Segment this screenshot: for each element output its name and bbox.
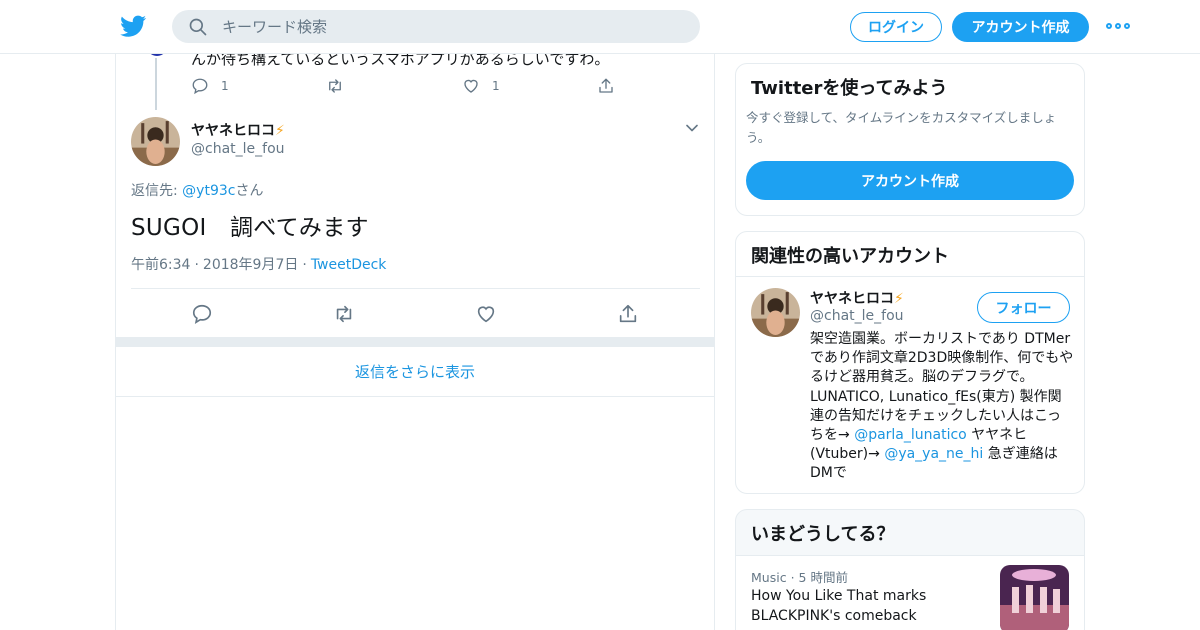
bio-link[interactable]: @parla_lunatico [854,427,967,443]
related-account-bio: 架空造園業。ボーカリストであり DTMerであり作詞文章2D3D映像制作、何でも… [810,330,1075,484]
reply-button[interactable] [191,303,215,327]
previous-reply-action[interactable]: 1 [191,77,229,95]
more-icon[interactable] [1106,18,1130,34]
trend-category: Music [751,570,787,585]
meta-dot: · [790,570,795,585]
chevron-down-icon[interactable] [684,120,700,136]
reply-context: 返信先: @yt93cさん [131,180,263,200]
tweet-time[interactable]: 午前6:34 [131,257,190,273]
trend-item[interactable]: Music · 5 時間前 How You Like That marks BL… [736,556,1084,630]
like-count: 1 [492,79,500,93]
trends-card: いまどうしてる？ Music · 5 時間前 How You Like That… [735,509,1085,630]
reply-suffix: さん [235,183,264,199]
avatar-photo-icon [131,117,180,166]
lightning-emoji-icon: ⚡ [275,123,285,139]
search-box[interactable] [172,10,700,43]
dot-icon [1115,23,1121,29]
trend-time: 5 時間前 [798,570,848,585]
section-divider [116,337,714,347]
search-input[interactable] [222,10,682,43]
share-icon [599,78,613,93]
share-icon [619,304,637,323]
meta-dot: · [194,257,199,273]
previous-share-action[interactable] [597,77,615,95]
heart-icon [477,306,495,323]
reply-icon [192,304,212,324]
signup-button[interactable]: アカウント作成 [952,12,1089,42]
related-account-handle[interactable]: @chat_le_fou [810,308,904,324]
create-account-button[interactable]: アカウント作成 [746,161,1074,200]
related-accounts-card: 関連性の高いアカウント ヤヤネヒロコ⚡ @chat_le_fou フォロー 架空… [735,231,1085,494]
twitter-bird-icon[interactable] [120,13,147,39]
trends-header: いまどうしてる？ [736,510,1084,556]
show-more-replies-link[interactable]: 返信をさらに表示 [116,347,714,397]
trend-headline[interactable]: How You Like That marks BLACKPINK's come… [751,586,981,626]
reply-prefix: 返信先: [131,183,183,199]
related-name-text: ヤヤネヒロコ [810,291,894,307]
lightning-emoji-icon: ⚡ [894,291,904,307]
reply-count: 1 [221,79,229,93]
previous-like-action[interactable]: 1 [462,77,500,95]
trends-title: いまどうしてる？ [751,524,895,545]
reply-icon [192,78,208,95]
tweet-source-link[interactable]: TweetDeck [311,257,387,273]
reply-handle-link[interactable]: @yt93c [182,183,235,199]
search-icon [189,18,207,36]
retweet-button[interactable] [333,303,357,327]
retweet-icon [329,79,341,93]
main-timeline: んか待ち構えているというスマホアプリがあるらしいですわ。 1 1 ヤヤネヒロコ⚡… [115,40,715,630]
trend-image-icon [1000,565,1069,630]
tweet-author-name[interactable]: ヤヤネヒロコ⚡ [191,120,285,140]
tweet-date[interactable]: 2018年9月7日 [203,257,298,273]
signup-card-title: Twitterを使ってみよう [751,78,948,99]
heart-icon [464,79,478,93]
related-account-avatar[interactable] [751,288,800,337]
tweet-text: SUGOI 調べてみます [131,215,369,241]
related-accounts-header: 関連性の高いアカウント [736,232,1084,277]
login-button[interactable]: ログイン [850,12,942,42]
trend-thumbnail[interactable] [1000,565,1069,630]
signup-card-description: 今すぐ登録して、タイムラインをカスタマイズしましょう。 [746,110,1057,145]
thread-line [155,58,157,110]
bio-link[interactable]: @ya_ya_ne_hi [884,446,983,462]
tweet-author-handle[interactable]: @chat_le_fou [191,141,285,157]
meta-dot: · [302,257,307,273]
avatar-photo-icon [751,288,800,337]
share-button[interactable] [617,303,641,327]
signup-card: Twitterを使ってみよう 今すぐ登録して、タイムラインをカスタマイズしましょ… [735,63,1085,216]
follow-button[interactable]: フォロー [977,292,1070,323]
top-bar: ログイン アカウント作成 [0,0,1200,54]
related-account-name[interactable]: ヤヤネヒロコ⚡ [810,288,904,308]
previous-retweet-action[interactable] [326,77,344,95]
dot-icon [1106,23,1112,29]
like-button[interactable] [475,303,499,327]
dot-icon [1124,23,1130,29]
related-accounts-title: 関連性の高いアカウント [751,246,949,267]
tweet-timestamp: 午前6:34 · 2018年9月7日 · TweetDeck [131,254,386,274]
author-name-text: ヤヤネヒロコ [191,123,275,139]
trend-meta: Music · 5 時間前 [751,567,848,586]
divider [131,288,700,289]
tweet-author-avatar[interactable] [131,117,180,166]
retweet-icon [336,305,352,323]
